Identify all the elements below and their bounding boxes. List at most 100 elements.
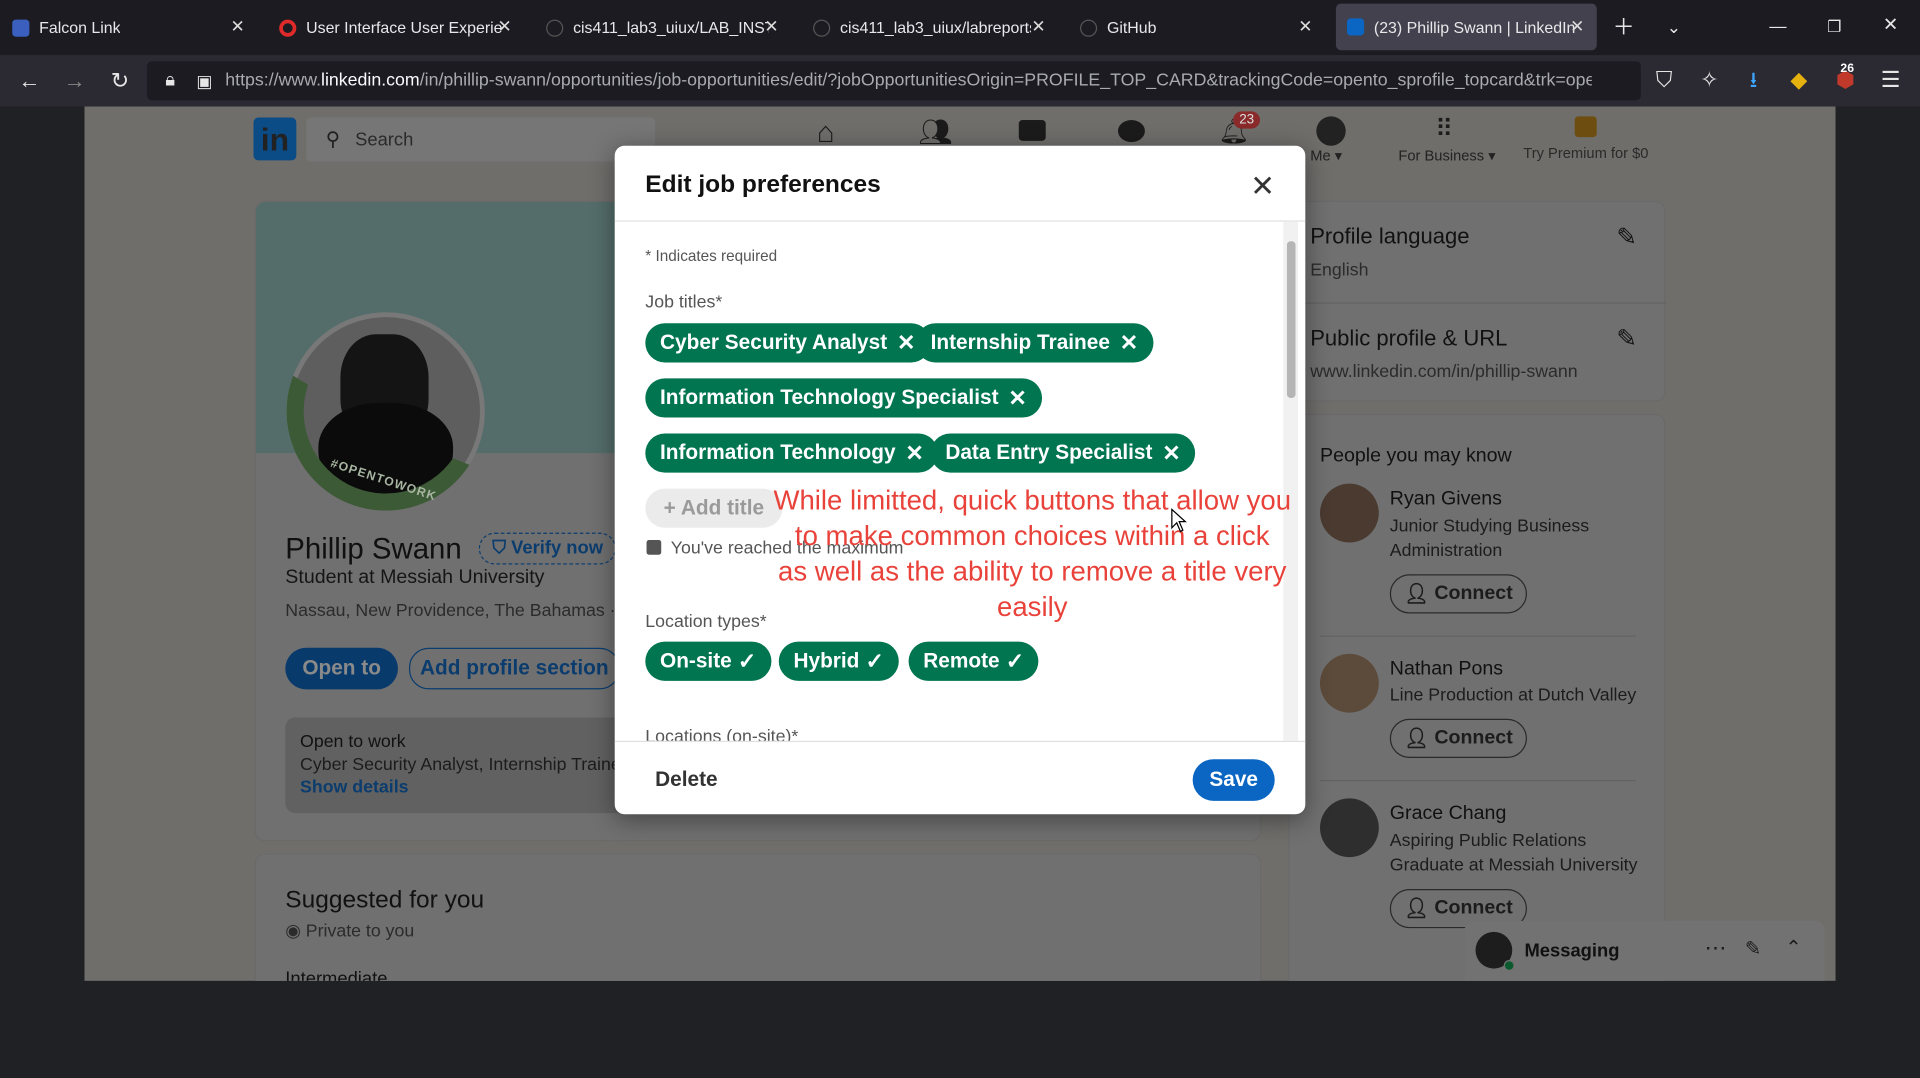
me-menu[interactable]: Me ▾	[1310, 147, 1342, 164]
close-icon[interactable]: ✕	[1250, 169, 1275, 205]
compose-icon[interactable]: ✎	[1745, 937, 1761, 961]
tab-title: User Interface User Experienc	[306, 18, 503, 37]
me-avatar[interactable]	[1316, 116, 1346, 146]
download-icon[interactable]: ⭳	[1740, 69, 1767, 91]
public-profile-url: www.linkedin.com/in/phillip-swann	[1310, 362, 1578, 383]
connect-label: Connect	[1434, 727, 1513, 749]
close-tab-icon[interactable]: ✕	[1570, 16, 1584, 37]
close-tab-icon[interactable]: ✕	[1298, 16, 1312, 37]
extension-icon[interactable]: ◆	[1785, 69, 1812, 91]
page-info-icon[interactable]: ▣	[191, 70, 218, 92]
network-icon[interactable]: 👥︎	[918, 116, 952, 148]
menu-icon[interactable]: ☰	[1877, 69, 1904, 91]
connect-button[interactable]: 👤︎ Connect	[1389, 574, 1527, 614]
show-details-link[interactable]: Show details	[300, 778, 409, 798]
edit-pencil-icon[interactable]: ✎	[1616, 323, 1637, 354]
remove-icon[interactable]: ✕	[1008, 385, 1026, 411]
minimize-icon[interactable]: —	[1765, 15, 1792, 37]
forward-icon[interactable]: →	[61, 70, 88, 92]
url-bar[interactable]: 🔒︎ ▣ https://www.linkedin.com/in/phillip…	[146, 61, 1641, 101]
more-options-icon[interactable]: ⋯	[1705, 936, 1727, 962]
private-note: ◉ Private to you	[285, 922, 414, 942]
verify-shield-icon: ⛉	[492, 537, 507, 559]
messaging-icon[interactable]	[1117, 120, 1145, 143]
job-titles-label: Job titles*	[645, 292, 723, 313]
remove-icon[interactable]: ✕	[897, 330, 915, 356]
delete-button[interactable]: Delete	[655, 768, 717, 792]
connect-label: Connect	[1434, 897, 1513, 919]
url-host: linkedin.com	[321, 71, 420, 91]
tab-falcon-link[interactable]: Falcon Link ✕	[12, 0, 257, 55]
remove-icon[interactable]: ✕	[905, 440, 923, 466]
person-name[interactable]: Ryan Givens	[1390, 489, 1502, 511]
job-title-pill[interactable]: Information Technology ✕	[645, 433, 939, 473]
tab-title: cis411_lab3_uiux/LAB_INSTRU	[573, 18, 769, 37]
tab-uiux[interactable]: User Interface User Experienc ✕	[279, 0, 524, 55]
divider	[614, 740, 1306, 743]
apps-grid-icon[interactable]: ⠿	[1435, 114, 1453, 145]
lock-icon[interactable]: 🔒︎	[157, 70, 184, 92]
search-icon: ⚲	[325, 129, 341, 151]
remove-icon[interactable]: ✕	[1162, 440, 1180, 466]
new-tab-icon[interactable]: ＋	[1610, 16, 1637, 38]
required-note: * Indicates required	[645, 247, 778, 265]
tab-github[interactable]: GitHub ✕	[1080, 0, 1325, 55]
tab-github-labreports[interactable]: cis411_lab3_uiux/labreports/I ✕	[813, 0, 1058, 55]
add-profile-section-button[interactable]: Add profile section	[408, 647, 620, 690]
job-title-pill[interactable]: Data Entry Specialist ✕	[930, 433, 1196, 473]
for-business-menu[interactable]: For Business ▾	[1398, 147, 1495, 164]
job-title-text: Information Technology	[660, 440, 896, 465]
info-icon	[646, 540, 662, 555]
close-tab-icon[interactable]: ✕	[1031, 16, 1045, 37]
job-title-pill[interactable]: Internship Trainee ✕	[915, 323, 1153, 363]
tab-linkedin[interactable]: (23) Phillip Swann | LinkedIn ✕	[1335, 3, 1597, 51]
save-button[interactable]: Save	[1192, 759, 1275, 801]
location-type-pill[interactable]: Hybrid ✓	[778, 641, 899, 681]
location-type-text: Remote	[923, 648, 1000, 673]
tab-title: cis411_lab3_uiux/labreports/I	[840, 18, 1032, 37]
back-icon[interactable]: ←	[16, 70, 43, 92]
annotation-text: While limitted, quick buttons that allow…	[759, 482, 1305, 624]
premium-link[interactable]: Try Premium for $0	[1523, 144, 1648, 161]
messaging-bar[interactable]: Messaging ⋯ ✎ ⌃	[1464, 920, 1825, 981]
list-tabs-icon[interactable]: ⌄	[1660, 16, 1687, 38]
job-title-pill[interactable]: Cyber Security Analyst ✕	[645, 323, 931, 363]
person-name[interactable]: Nathan Pons	[1390, 659, 1503, 681]
remove-icon[interactable]: ✕	[1120, 330, 1138, 356]
window-close-icon[interactable]: ✕	[1877, 15, 1904, 37]
close-tab-icon[interactable]: ✕	[497, 16, 511, 37]
edit-pencil-icon[interactable]: ✎	[1616, 222, 1637, 253]
tab-github-lab[interactable]: cis411_lab3_uiux/LAB_INSTRU ✕	[546, 0, 791, 55]
linkedin-logo[interactable]: in	[253, 117, 297, 161]
check-icon: ✓	[865, 648, 885, 673]
uiux-favicon-icon	[279, 18, 297, 37]
reload-icon[interactable]: ↻	[107, 70, 134, 92]
verify-button[interactable]: ⛉ Verify now	[478, 532, 617, 565]
search-input[interactable]: ⚲ Search	[306, 117, 656, 162]
job-title-text: Cyber Security Analyst	[660, 330, 888, 354]
for-business-label: For Business	[1398, 146, 1485, 165]
avatar[interactable]	[1320, 798, 1379, 858]
scrollbar-track[interactable]	[1283, 221, 1298, 741]
person-name[interactable]: Grace Chang	[1390, 803, 1507, 825]
avatar[interactable]	[1320, 483, 1379, 543]
job-title-pill[interactable]: Information Technology Specialist ✕	[645, 378, 1042, 418]
avatar[interactable]	[1320, 653, 1379, 713]
open-to-button[interactable]: Open to	[285, 647, 398, 690]
scrollbar-thumb[interactable]	[1286, 241, 1296, 398]
restore-icon[interactable]: ❐	[1821, 16, 1848, 38]
person-headline-2: Graduate at Messiah University	[1389, 855, 1638, 876]
location-type-pill[interactable]: Remote ✓	[908, 641, 1039, 681]
sparkle-icon[interactable]: ✧	[1696, 69, 1723, 91]
connect-button[interactable]: 👤︎ Connect	[1389, 718, 1527, 758]
shield-icon[interactable]: ⛉	[1651, 69, 1678, 91]
falcon-favicon-icon	[12, 18, 30, 37]
annotation-line: easily	[997, 591, 1068, 623]
modal-title: Edit job preferences	[645, 171, 881, 199]
jobs-icon[interactable]	[1018, 120, 1046, 141]
close-tab-icon[interactable]: ✕	[764, 16, 778, 37]
location-type-pill[interactable]: On-site ✓	[645, 641, 772, 681]
chevron-up-icon[interactable]: ⌃	[1785, 936, 1801, 960]
profile-photo[interactable]: #OPENTOWORK	[286, 312, 485, 511]
close-tab-icon[interactable]: ✕	[231, 16, 245, 37]
